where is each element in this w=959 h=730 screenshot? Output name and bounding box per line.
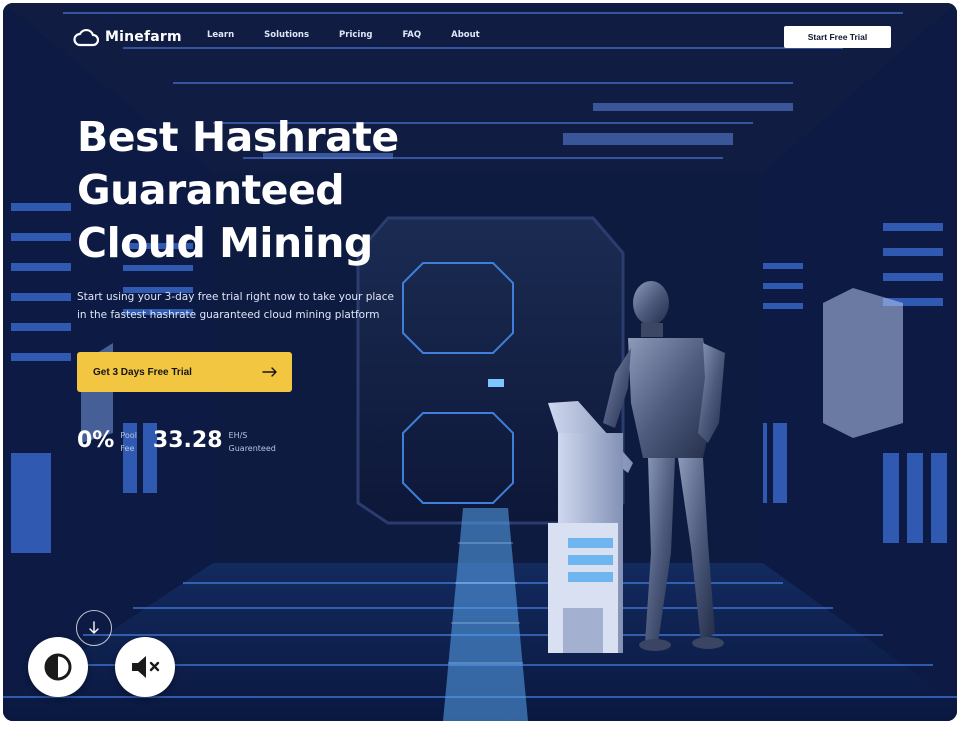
mute-toggle-button[interactable]	[115, 637, 175, 697]
stat-label: Pool Fee	[120, 427, 137, 455]
nav-link-about[interactable]: About	[451, 30, 480, 40]
stat-label-line: Pool	[120, 431, 137, 440]
brand-name: Minefarm	[105, 29, 182, 45]
nav-link-pricing[interactable]: Pricing	[339, 30, 372, 40]
brand-logo[interactable]: Minefarm	[73, 23, 182, 51]
stat-label-line: EH/S	[228, 431, 248, 440]
hero-stats: 0% Pool Fee 33.28 EH/S Guarenteed	[77, 427, 292, 455]
nav-link-faq[interactable]: FAQ	[402, 30, 421, 40]
hero-section: Minefarm Learn Solutions Pricing FAQ Abo…	[3, 3, 957, 721]
arrow-down-icon	[89, 621, 99, 634]
hero-title-line: Best Hashrate	[77, 113, 399, 161]
scroll-down-button[interactable]	[76, 610, 112, 646]
hero-title: Best Hashrate Guaranteed Cloud Mining	[77, 111, 477, 270]
hero-title-line: Cloud Mining	[77, 219, 373, 267]
stat-label-line: Guarenteed	[228, 444, 276, 453]
nav-link-solutions[interactable]: Solutions	[264, 30, 309, 40]
arrow-right-icon	[262, 367, 277, 377]
hero-title-line: Guaranteed	[77, 166, 345, 214]
hero-subtitle: Start using your 3-day free trial right …	[77, 288, 407, 324]
hero-subtitle-line: in the fastest hashrate guaranteed cloud…	[77, 309, 380, 321]
hero-subtitle-line: Start using your 3-day free trial right …	[77, 291, 394, 303]
stat-label-line: Fee	[120, 444, 135, 453]
volume-muted-icon	[132, 656, 160, 678]
contrast-toggle-button[interactable]	[28, 637, 88, 697]
get-free-trial-label: Get 3 Days Free Trial	[93, 366, 192, 378]
nav-link-learn[interactable]: Learn	[207, 30, 234, 40]
stat-value: 0%	[77, 428, 115, 453]
stat-label: EH/S Guarenteed	[229, 427, 276, 455]
contrast-icon	[44, 653, 72, 681]
nav-links: Learn Solutions Pricing FAQ About	[207, 30, 510, 40]
stat-pool-fee: 0% Pool Fee	[77, 427, 137, 455]
stat-hashrate: 33.28 EH/S Guarenteed	[153, 427, 276, 455]
get-free-trial-button[interactable]: Get 3 Days Free Trial	[77, 352, 292, 392]
cloud-icon	[73, 28, 99, 47]
top-navigation: Minefarm Learn Solutions Pricing FAQ Abo…	[3, 23, 957, 51]
start-free-trial-button[interactable]: Start Free Trial	[784, 26, 891, 48]
stat-value: 33.28	[152, 428, 223, 453]
